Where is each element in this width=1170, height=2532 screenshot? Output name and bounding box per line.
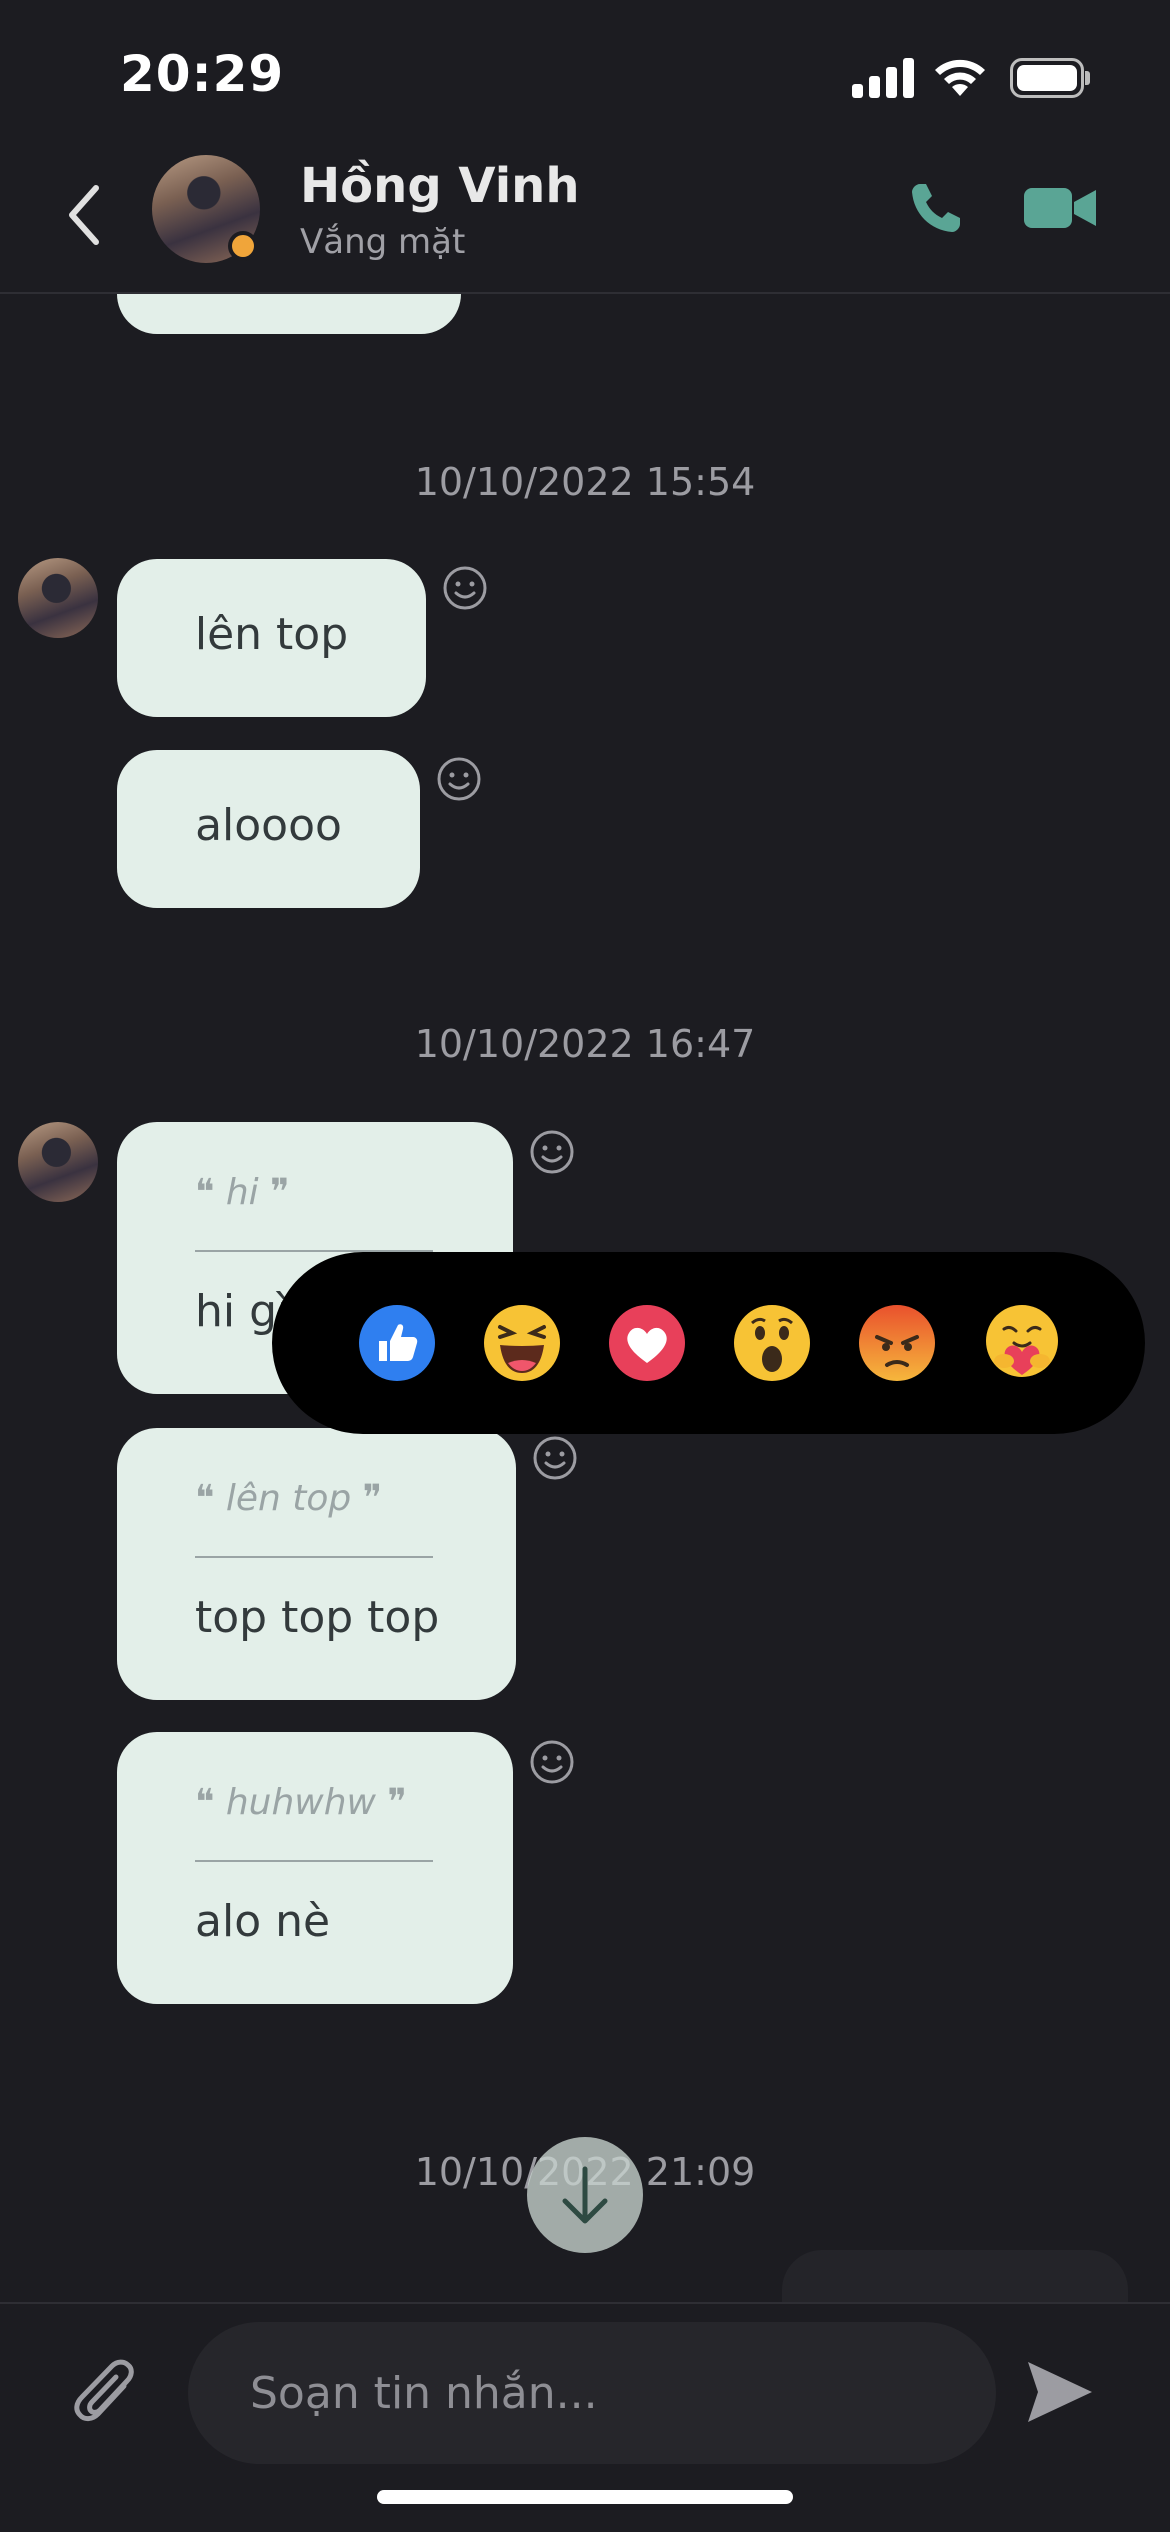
cellular-signal-icon [852, 58, 914, 98]
sender-avatar[interactable] [18, 558, 98, 638]
chat-header: Hồng Vinh Vắng mặt [0, 150, 1170, 294]
battery-icon [1010, 58, 1090, 98]
timestamp: 10/10/2022 16:47 [414, 1022, 756, 1066]
reply-message-bubble[interactable]: ❝ huhwhw ❞ alo nè [117, 1732, 513, 2004]
away-status-icon [228, 231, 258, 261]
add-reaction-icon[interactable] [435, 755, 483, 803]
message-bubble-partial[interactable] [117, 294, 461, 334]
haha-icon[interactable] [482, 1303, 562, 1383]
quoted-text: ❝ hi ❞ [195, 1172, 290, 1213]
add-reaction-icon[interactable] [531, 1434, 579, 1482]
quote-divider [195, 1860, 433, 1862]
wow-icon[interactable] [732, 1303, 812, 1383]
video-call-icon[interactable] [1024, 184, 1098, 232]
add-reaction-icon[interactable] [441, 564, 489, 612]
arrow-down-icon [562, 2166, 608, 2224]
reply-message-bubble[interactable]: ❝ lên top ❞ top top top [117, 1428, 516, 1700]
paperclip-icon[interactable] [72, 2356, 142, 2436]
quoted-text: ❝ lên top ❞ [195, 1478, 383, 1519]
home-indicator [377, 2490, 793, 2504]
chat-screen: 20:29 Hồng Vinh Vắng mặt 10/10/2022 15:5… [0, 0, 1170, 2532]
angry-icon[interactable] [857, 1303, 937, 1383]
timestamp: 10/10/2022 15:54 [414, 460, 756, 504]
message-input[interactable] [188, 2322, 996, 2464]
like-icon[interactable] [357, 1303, 437, 1383]
quoted-text: ❝ huhwhw ❞ [195, 1782, 407, 1823]
contact-name[interactable]: Hồng Vinh [300, 158, 580, 214]
wifi-icon [935, 59, 985, 96]
add-reaction-icon[interactable] [528, 1738, 576, 1786]
status-time: 20:29 [120, 45, 285, 103]
reaction-picker [272, 1252, 1145, 1434]
status-bar: 20:29 [0, 0, 1170, 150]
phone-call-icon[interactable] [908, 180, 964, 236]
message-bubble[interactable]: aloooo [117, 750, 420, 908]
quote-divider [195, 1556, 433, 1558]
send-icon[interactable] [1024, 2356, 1096, 2428]
care-icon[interactable] [982, 1303, 1062, 1383]
sender-avatar[interactable] [18, 1122, 98, 1202]
back-chevron-icon[interactable] [62, 180, 106, 250]
love-icon[interactable] [607, 1303, 687, 1383]
contact-avatar[interactable] [152, 155, 260, 263]
reply-text: top top top [195, 1592, 440, 1643]
contact-status: Vắng mặt [300, 222, 466, 262]
scroll-to-bottom-button[interactable] [527, 2137, 643, 2253]
message-bubble[interactable]: lên top [117, 559, 426, 717]
add-reaction-icon[interactable] [528, 1128, 576, 1176]
reply-text: alo nè [195, 1896, 331, 1947]
